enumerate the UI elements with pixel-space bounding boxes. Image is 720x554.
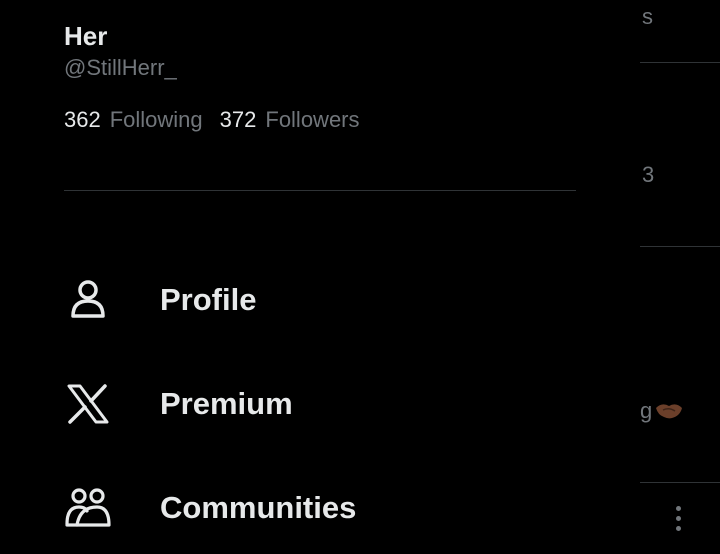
followers-stat[interactable]: 372 Followers [220, 105, 360, 135]
following-stat[interactable]: 362 Following [64, 105, 203, 135]
person-icon [60, 276, 116, 324]
feed-text-fragment: 3 [642, 162, 655, 187]
x-logo-icon [60, 380, 116, 428]
menu-item-profile[interactable]: Profile [60, 264, 580, 336]
followers-label: Followers [265, 107, 360, 132]
feed-text-fragment: g [640, 398, 653, 423]
menu-item-label: Profile [160, 282, 257, 317]
feed-divider [640, 62, 720, 63]
follow-stats: 362 Following 372 Followers [64, 105, 360, 135]
following-count: 362 [64, 107, 101, 132]
feed-divider [640, 246, 720, 247]
background-feed: s 3 g [640, 0, 720, 554]
feed-text-fragment: s [642, 4, 653, 29]
section-divider [64, 190, 576, 191]
handshake-emoji-icon [656, 404, 682, 419]
menu-item-communities[interactable]: Communities [60, 472, 580, 544]
user-handle[interactable]: @StillHerr_ [64, 54, 177, 82]
navigation-drawer: Her @StillHerr_ 362 Following 372 Follow… [0, 0, 640, 554]
display-name[interactable]: Her [64, 20, 107, 52]
menu-item-label: Premium [160, 386, 293, 421]
communities-icon [60, 484, 116, 532]
app-screen: s 3 g Her @StillHerr_ 362 Following 372 … [0, 0, 720, 554]
followers-count: 372 [219, 107, 257, 132]
following-label: Following [109, 107, 203, 132]
menu-item-label: Communities [160, 490, 357, 525]
menu-item-premium[interactable]: Premium [60, 368, 580, 440]
more-options-icon[interactable] [676, 506, 682, 534]
feed-divider [640, 482, 720, 483]
